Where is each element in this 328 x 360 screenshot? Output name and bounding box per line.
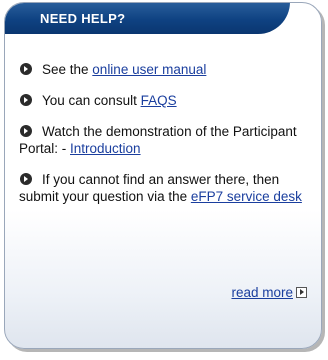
item-text: Watch the demonstration of the Participa… xyxy=(19,124,297,156)
panel-title: NEED HELP? xyxy=(40,11,126,26)
faqs-link[interactable]: FAQS xyxy=(141,93,177,108)
list-item: See the online user manual xyxy=(19,61,311,78)
need-help-panel: NEED HELP? See the online user manual Yo… xyxy=(4,2,322,349)
online-user-manual-link[interactable]: online user manual xyxy=(92,62,206,77)
list-item: Watch the demonstration of the Participa… xyxy=(19,123,311,157)
circle-arrow-icon xyxy=(20,125,32,137)
read-more[interactable]: read more xyxy=(231,285,307,300)
circle-arrow-icon xyxy=(20,173,32,185)
item-text: You can consult xyxy=(42,93,141,108)
boxed-arrow-icon[interactable] xyxy=(296,287,307,298)
item-text: See the xyxy=(42,62,93,77)
service-desk-link[interactable]: eFP7 service desk xyxy=(191,189,302,204)
panel-header: NEED HELP? xyxy=(5,3,290,34)
read-more-link[interactable]: read more xyxy=(231,285,293,300)
list-item: You can consult FAQS xyxy=(19,92,311,109)
list-item: If you cannot find an answer there, then… xyxy=(19,171,311,205)
circle-arrow-icon xyxy=(20,63,32,75)
circle-arrow-icon xyxy=(20,94,32,106)
introduction-link[interactable]: Introduction xyxy=(70,141,141,156)
help-list: See the online user manual You can consu… xyxy=(19,61,311,219)
